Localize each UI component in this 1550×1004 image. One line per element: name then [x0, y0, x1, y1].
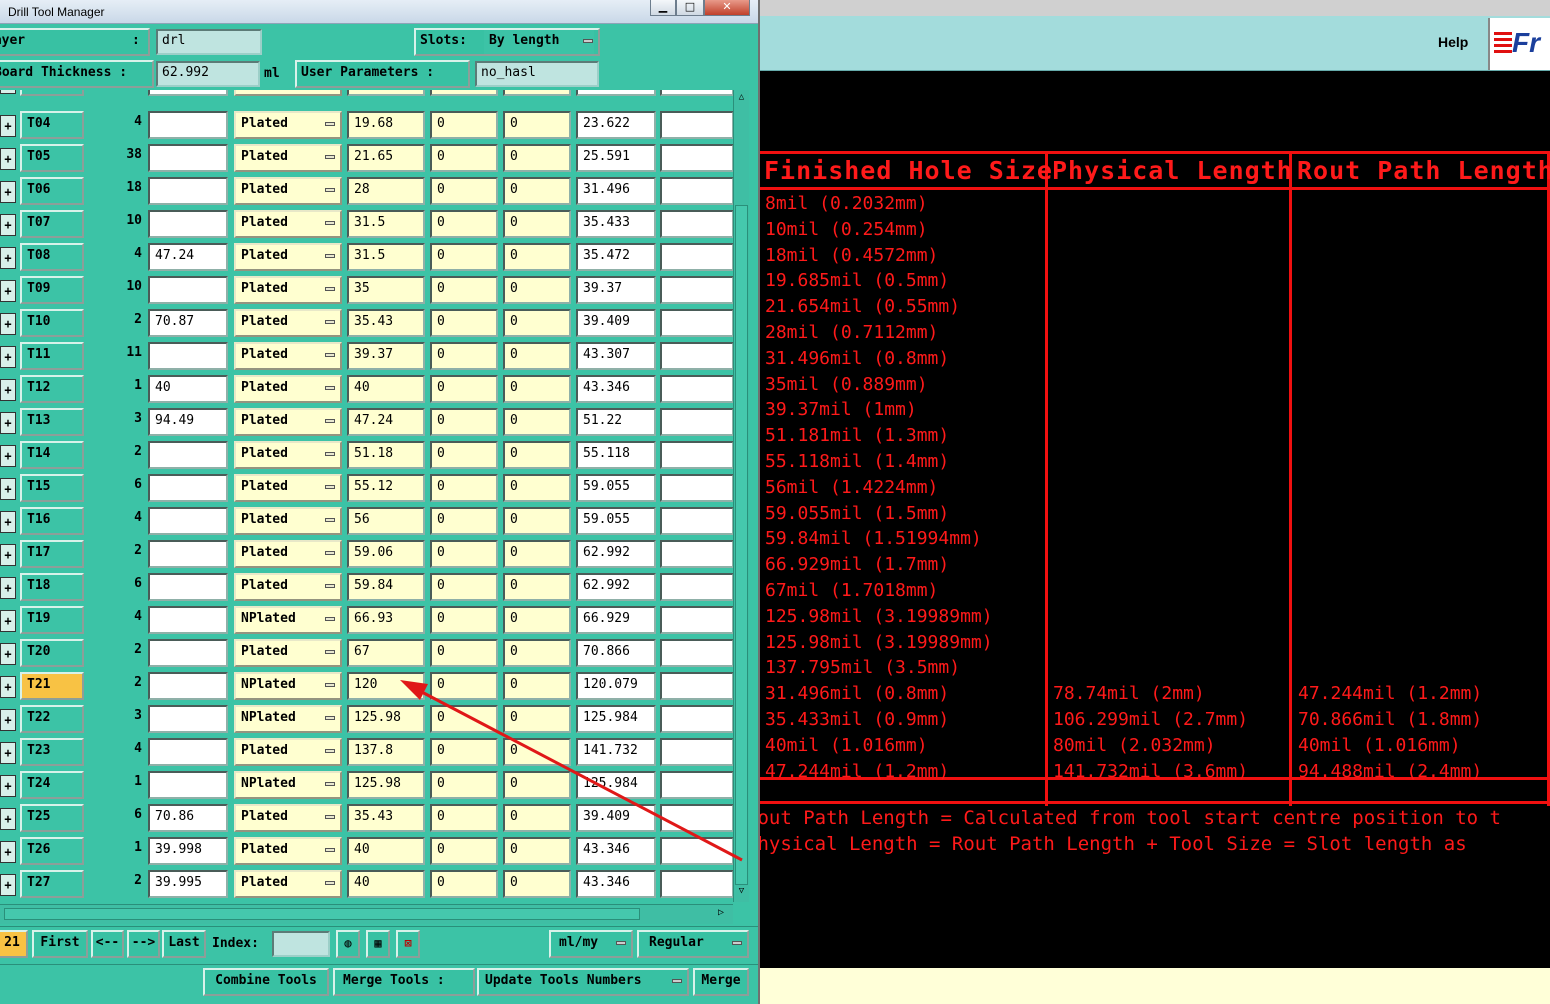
arrow-head-icon: [400, 680, 428, 700]
arrow-shaft: [417, 688, 743, 862]
annotation-arrow: [400, 680, 743, 862]
